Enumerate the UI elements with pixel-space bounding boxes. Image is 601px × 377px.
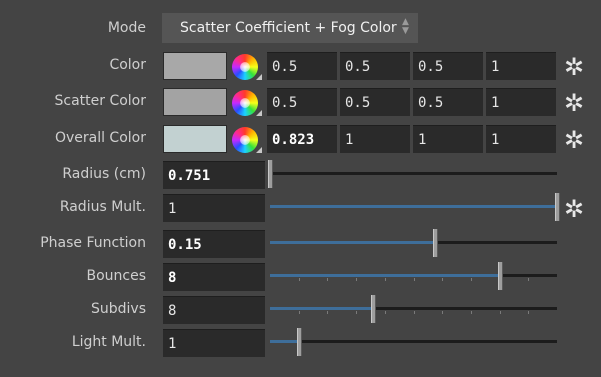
color-wheel-icon[interactable] xyxy=(232,90,258,116)
light-mult-label: Light Mult. xyxy=(71,334,146,350)
color-value-3[interactable]: 1 xyxy=(486,52,556,80)
light-mult-slider-fill xyxy=(270,340,299,343)
radius-mult-label: Radius Mult. xyxy=(59,199,146,215)
light-mult-slider-handle[interactable] xyxy=(297,328,302,356)
light-mult-slider[interactable] xyxy=(270,327,557,357)
gear-icon[interactable]: ✲ xyxy=(561,196,587,222)
bounces-field[interactable]: 8 xyxy=(163,263,265,291)
attribute-panel: Mode Scatter Coefficient + Fog Color ▲ ▼ … xyxy=(0,0,601,377)
overall-color-label: Overall Color xyxy=(54,130,146,146)
radius-slider-track xyxy=(270,172,557,175)
mode-label: Mode xyxy=(107,20,146,36)
color-value-1[interactable]: 0.5 xyxy=(340,52,410,80)
phase-function-label: Phase Function xyxy=(40,235,146,251)
overall-color-row: Overall Color 0.823 1 1 1 ✲ xyxy=(0,123,601,153)
bounces-slider-fill xyxy=(270,274,500,277)
phase-function-slider-fill xyxy=(270,241,435,244)
scatter-color-row: Scatter Color 0.5 0.5 0.5 1 ✲ xyxy=(0,86,601,116)
color-wheel-icon[interactable] xyxy=(232,54,258,80)
slider-tick xyxy=(327,278,328,281)
phase-function-slider-handle[interactable] xyxy=(433,229,438,257)
slider-tick xyxy=(299,278,300,281)
slider-tick xyxy=(414,311,415,314)
slider-tick xyxy=(471,311,472,314)
radius-label: Radius (cm) xyxy=(62,166,146,182)
mode-value: Scatter Coefficient + Fog Color xyxy=(180,20,397,36)
slider-tick xyxy=(299,311,300,314)
color-swatch[interactable] xyxy=(163,52,227,80)
radius-slider-handle[interactable] xyxy=(268,160,273,188)
radius-slider[interactable] xyxy=(268,159,557,189)
color-wheel-menu-indicator xyxy=(256,147,262,153)
slider-tick xyxy=(356,278,357,281)
radius-mult-field[interactable]: 1 xyxy=(163,194,265,222)
subdivs-slider[interactable] xyxy=(270,294,557,324)
bounces-slider[interactable] xyxy=(270,261,557,291)
scatter-color-swatch[interactable] xyxy=(163,88,227,116)
overall-color-value-2[interactable]: 1 xyxy=(413,125,483,153)
updown-arrows-icon: ▲ ▼ xyxy=(402,17,409,36)
slider-tick xyxy=(414,278,415,281)
gear-icon[interactable]: ✲ xyxy=(561,127,587,153)
phase-function-row: Phase Function 0.15 xyxy=(0,228,601,258)
overall-color-value-1[interactable]: 1 xyxy=(340,125,410,153)
bounces-slider-handle[interactable] xyxy=(498,262,503,290)
bounces-label: Bounces xyxy=(86,268,146,284)
color-row: Color 0.5 0.5 0.5 1 ✲ xyxy=(0,50,601,80)
overall-color-swatch[interactable] xyxy=(163,125,227,153)
subdivs-label: Subdivs xyxy=(90,301,146,317)
slider-tick xyxy=(442,311,443,314)
subdivs-row: Subdivs 8 xyxy=(0,294,601,324)
overall-color-value-0[interactable]: 0.823 xyxy=(267,125,337,153)
light-mult-slider-track xyxy=(270,340,557,343)
radius-mult-slider-handle[interactable] xyxy=(555,193,560,221)
radius-mult-row: Radius Mult. 1 ✲ xyxy=(0,192,601,222)
subdivs-field[interactable]: 8 xyxy=(163,296,265,324)
radius-mult-slider[interactable] xyxy=(270,192,560,222)
scatter-color-value-0[interactable]: 0.5 xyxy=(267,88,337,116)
radius-row: Radius (cm) 0.751 xyxy=(0,159,601,189)
scatter-color-value-2[interactable]: 0.5 xyxy=(413,88,483,116)
scatter-color-value-3[interactable]: 1 xyxy=(486,88,556,116)
bounces-row: Bounces 8 xyxy=(0,261,601,291)
scatter-color-label: Scatter Color xyxy=(54,93,146,109)
subdivs-slider-fill xyxy=(270,307,373,310)
slider-tick xyxy=(528,278,529,281)
gear-icon[interactable]: ✲ xyxy=(561,90,587,116)
slider-tick xyxy=(385,311,386,314)
scatter-color-value-1[interactable]: 0.5 xyxy=(340,88,410,116)
slider-tick xyxy=(528,311,529,314)
phase-function-field[interactable]: 0.15 xyxy=(163,230,265,258)
slider-tick xyxy=(356,311,357,314)
slider-tick xyxy=(500,311,501,314)
slider-tick xyxy=(471,278,472,281)
slider-tick xyxy=(385,278,386,281)
overall-color-value-3[interactable]: 1 xyxy=(486,125,556,153)
mode-dropdown[interactable]: Scatter Coefficient + Fog Color ▲ ▼ xyxy=(162,13,418,43)
color-label: Color xyxy=(109,57,146,73)
slider-tick xyxy=(327,311,328,314)
radius-mult-slider-fill xyxy=(270,205,557,208)
color-wheel-icon[interactable] xyxy=(232,127,258,153)
phase-function-slider[interactable] xyxy=(270,228,557,258)
color-value-0[interactable]: 0.5 xyxy=(267,52,337,80)
gear-icon[interactable]: ✲ xyxy=(561,54,587,80)
subdivs-slider-handle[interactable] xyxy=(371,295,376,323)
slider-tick xyxy=(442,278,443,281)
radius-field[interactable]: 0.751 xyxy=(163,161,265,189)
color-value-2[interactable]: 0.5 xyxy=(413,52,483,80)
light-mult-field[interactable]: 1 xyxy=(163,329,265,357)
color-wheel-menu-indicator xyxy=(256,74,262,80)
light-mult-row: Light Mult. 1 xyxy=(0,327,601,357)
color-wheel-menu-indicator xyxy=(256,110,262,116)
